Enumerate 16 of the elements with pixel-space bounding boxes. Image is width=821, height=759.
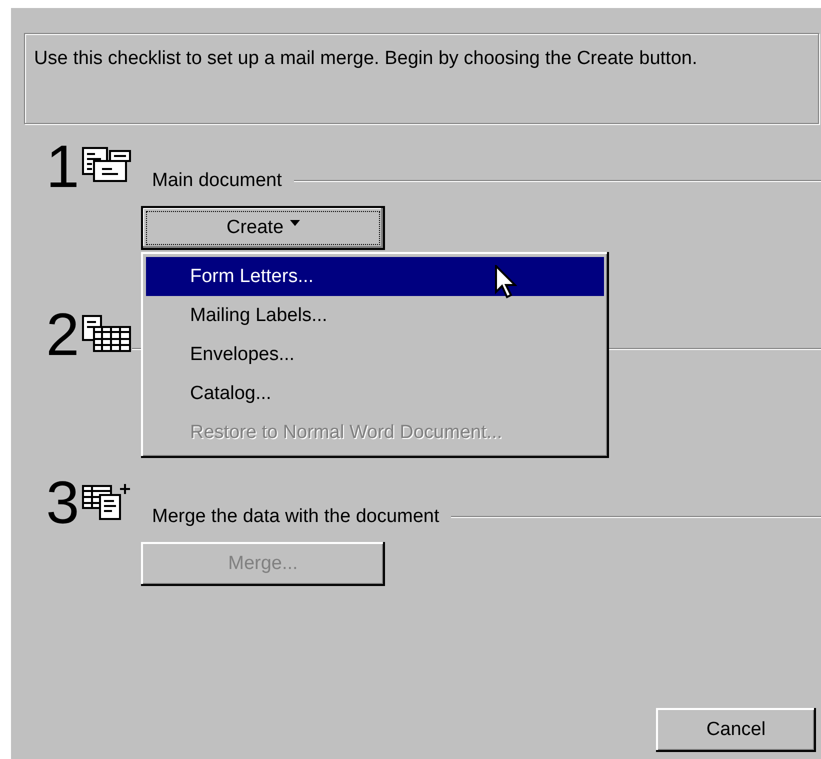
menu-item[interactable]: Catalog... xyxy=(146,374,604,413)
section-heading: Merge the data with the document xyxy=(152,506,440,528)
table-document-plus-icon xyxy=(82,483,132,521)
menu-item[interactable]: Envelopes... xyxy=(146,335,604,374)
mouse-pointer-icon xyxy=(495,265,517,299)
step-number: 1 xyxy=(46,142,74,192)
menu-item[interactable]: Form Letters... xyxy=(146,257,604,296)
create-button[interactable]: Create xyxy=(141,206,385,250)
table-document-icon xyxy=(82,315,132,353)
step-number: 2 xyxy=(46,310,74,360)
section-heading: Main document xyxy=(152,170,282,192)
instruction-text: Use this checklist to set up a mail merge. Begin by choosing the Create button. xyxy=(24,33,819,124)
caret-icon xyxy=(290,220,300,226)
document-icon xyxy=(82,147,132,183)
cancel-button[interactable]: Cancel xyxy=(656,708,816,752)
menu-item[interactable]: Mailing Labels... xyxy=(146,296,604,335)
